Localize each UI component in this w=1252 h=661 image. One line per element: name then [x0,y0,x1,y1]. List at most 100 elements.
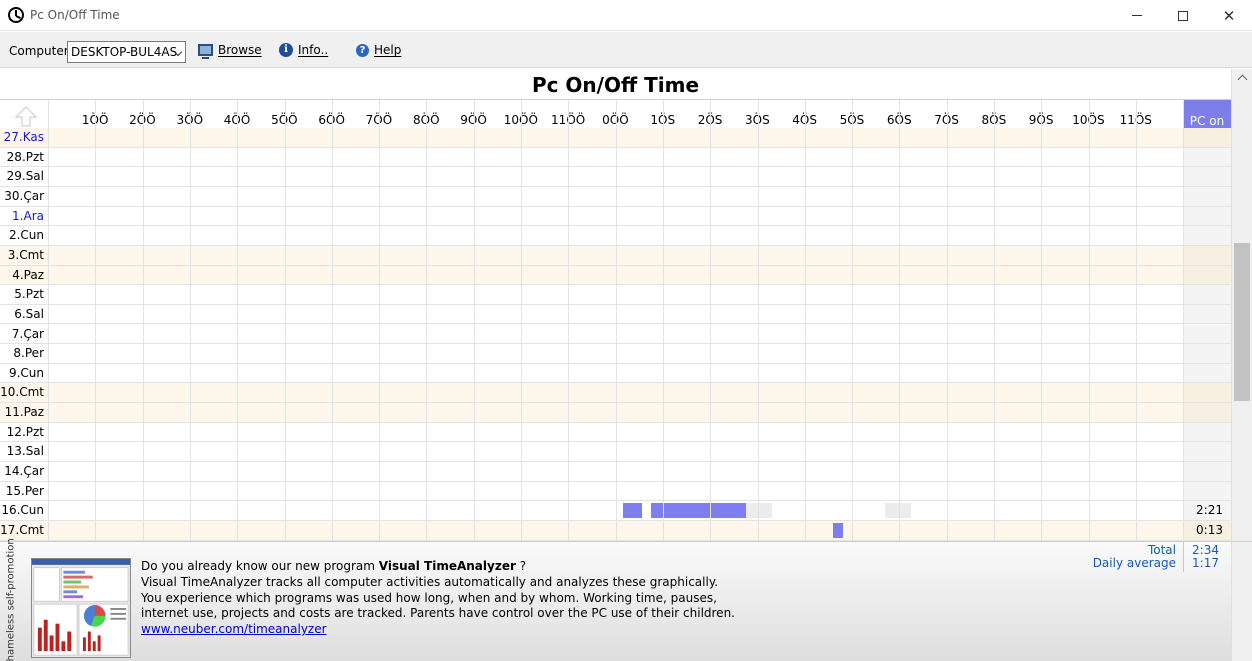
promo-line1-suffix: ? [515,559,527,573]
computer-label: Computer [9,44,69,58]
day-label: 1.Ara [12,208,44,223]
pc-on-value [1183,422,1231,442]
promo-line1-prefix: Do you already know our new program [141,559,379,573]
hour-label: 8ÖS [981,113,1007,127]
pc-on-value [1183,442,1231,462]
table-row[interactable]: 9.Cun [0,363,1231,384]
day-label: 3.Cmt [7,247,44,262]
info-button[interactable]: i Info.. [279,43,328,57]
day-label: 27.Kas [3,130,44,144]
pc-on-header: PC on [1183,100,1231,128]
daily-average-value: 1:17 [1192,556,1219,570]
pc-on-value [1183,285,1231,304]
hour-label: 1ÖÖ [81,113,109,127]
help-button[interactable]: ? Help [356,43,401,57]
promo-line-4: internet use, projects and costs are tra… [141,606,735,621]
table-row[interactable]: 30.Çar [0,186,1231,207]
minimize-icon [1132,15,1142,16]
day-label: 30.Çar [4,188,44,203]
table-row[interactable]: 15.Per [0,481,1231,502]
day-label: 29.Sal [6,169,44,184]
idle-segment [885,503,912,519]
promo-panel: Shameless self-promotion Do you already … [0,538,1252,661]
promo-line-1: Do you already know our new program Visu… [141,559,1041,575]
help-icon: ? [356,43,369,57]
clock-icon [8,7,24,23]
maximize-button[interactable] [1160,0,1206,31]
pc-on-value [1183,383,1231,403]
total-label: Total [1147,543,1176,557]
browse-button[interactable]: Browse [198,43,262,59]
minimize-button[interactable] [1114,0,1160,31]
close-button[interactable]: ✕ [1206,0,1252,31]
day-label: 8.Per [13,346,44,361]
promo-link[interactable]: www.neuber.com/timeanalyzer [141,622,327,636]
on-session-bar[interactable] [833,523,843,538]
day-label: 12.Pzt [6,424,44,439]
hour-label: 0ÖÖ [602,113,629,127]
table-row[interactable]: 3.Cmt [0,245,1231,266]
hour-header: 1ÖÖ 2ÖÖ 3ÖÖ 4ÖÖ 5ÖÖ 6ÖÖ 7ÖÖ 8ÖÖ 9ÖÖ 10ÖÖ 11ÖÖ 0ÖÖ 1Ö… [48,100,1183,128]
day-label: 7.Çar [11,326,44,341]
on-session-bar[interactable] [651,503,746,519]
hour-label: 4ÖS [792,113,817,127]
idle-segment [745,503,772,519]
pc-on-value: 2:21 [1183,501,1231,520]
promo-side-label: Shameless self-promotion [4,538,18,661]
maximize-icon [1178,10,1188,21]
promo-line-3: You experience which programs was used h… [141,590,717,605]
table-row[interactable]: 5.Pzt [0,285,1231,305]
hour-label: 1ÖS [650,113,676,127]
pc-on-value [1183,245,1231,265]
table-row[interactable]: 14.Çar [0,462,1231,482]
pc-on-value [1183,304,1231,324]
help-label: Help [374,43,402,57]
totals-separator [1183,542,1184,572]
table-row[interactable]: 27.Kas [0,128,1231,148]
promo-text: Do you already know our new program Visu… [141,559,1041,638]
onoff-chart: Pc On/Off Time 1ÖÖ 2ÖÖ 3ÖÖ 4ÖÖ 5ÖÖ 6ÖÖ 7ÖÖ 8ÖÖ 9… [0,69,1231,541]
day-label: 5.Pzt [14,287,44,302]
timeanalyzer-screenshot-thumbnail[interactable] [31,558,131,658]
hour-label: 3ÖS [744,113,770,127]
pc-on-value [1183,324,1231,344]
on-session-bar[interactable] [622,503,642,519]
promo-line-2: Visual TimeAnalyzer tracks all computer … [141,574,719,589]
monitor-icon [198,44,213,59]
computer-select[interactable]: DESKTOP-BUL4AS [67,41,186,63]
table-row[interactable]: 11.Paz [0,403,1231,423]
day-label: 17.Cmt [0,523,44,537]
chart-title: Pc On/Off Time [531,73,700,97]
scroll-up-arrow-icon[interactable] [14,105,38,127]
scroll-thumb[interactable] [1234,243,1250,401]
table-row[interactable]: 13.Sal [0,442,1231,463]
table-row[interactable]: 28.Pzt [0,147,1231,168]
hour-label: 11ÖS [1119,113,1152,127]
table-row[interactable]: 2.Cun [0,226,1231,246]
browse-label: Browse [218,43,262,57]
table-row[interactable]: 29.Sal [0,167,1231,187]
day-label: 11.Paz [4,405,44,420]
pc-on-value [1183,481,1231,501]
pc-on-value [1183,226,1231,245]
table-row[interactable]: 8.Per [0,344,1231,364]
table-row[interactable]: 10.Cmt [0,383,1231,404]
table-row[interactable]: 1.Ara [0,206,1231,227]
title-bar: Pc On/Off Time ✕ [0,0,1252,31]
pc-on-value: 0:13 [1183,521,1231,540]
pc-on-value [1183,147,1231,167]
pc-on-value [1183,363,1231,383]
table-row[interactable]: 4.Paz [0,265,1231,286]
table-row[interactable]: 16.Cun 2:21 [0,501,1231,521]
hour-label: 3ÖÖ [176,113,204,127]
computer-select-value: DESKTOP-BUL4AS [71,45,178,59]
vertical-scrollbar[interactable] [1231,69,1252,541]
table-row[interactable]: 6.Sal [0,304,1231,325]
hour-label: 5ÖS [839,113,865,127]
scroll-up-icon[interactable] [1232,69,1252,86]
table-row[interactable]: 7.Çar [0,324,1231,345]
table-row[interactable]: 12.Pzt [0,422,1231,443]
table-row[interactable]: 17.Cmt 0:13 [0,521,1231,541]
promo-product-name: Visual TimeAnalyzer [378,559,516,573]
hour-label: 6ÖS [886,113,912,127]
